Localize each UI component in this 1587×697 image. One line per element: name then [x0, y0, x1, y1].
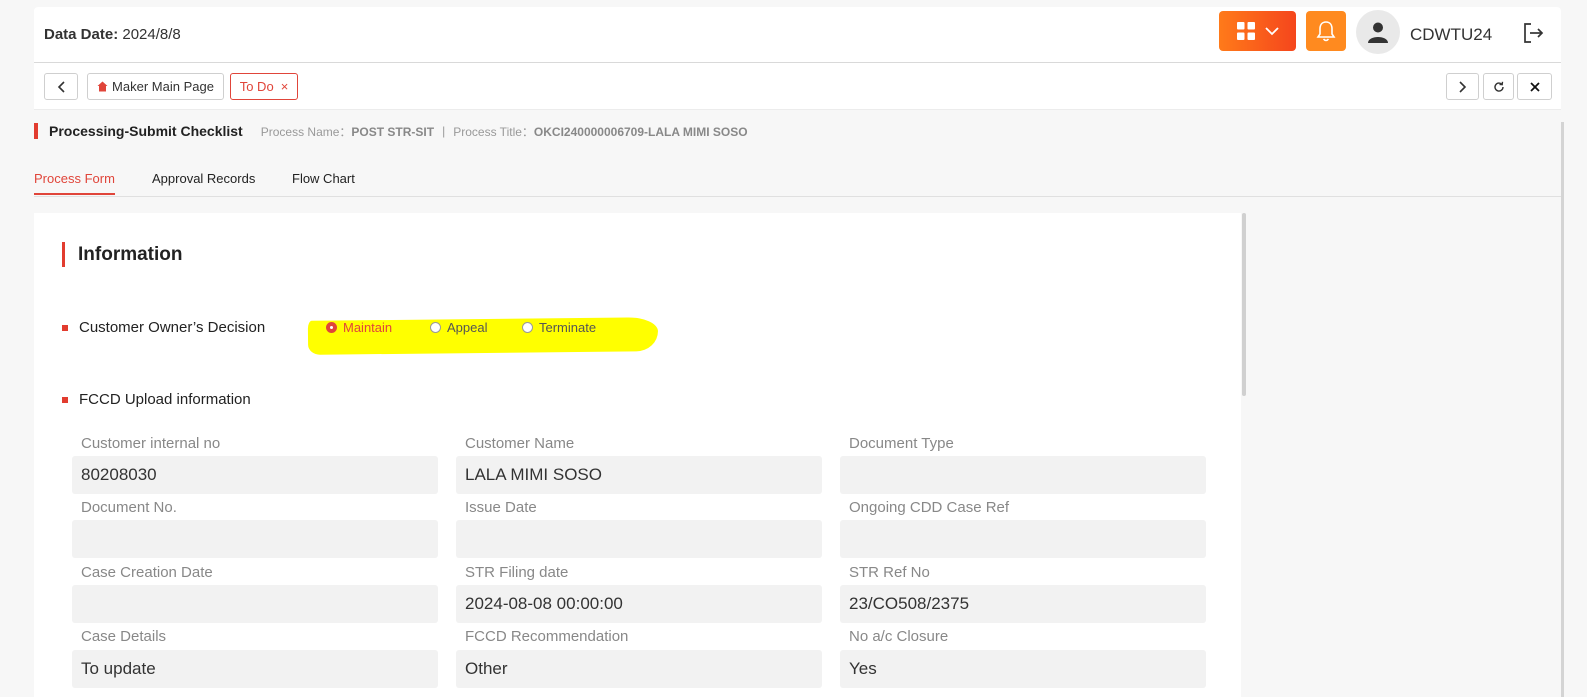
chevron-right-icon — [1458, 80, 1466, 93]
field-label: Customer internal no — [81, 435, 221, 452]
process-name: Process Name：POST STR-SIT — [261, 123, 434, 140]
page-tabs-bar: Maker Main Page To Do × — [34, 63, 1561, 110]
upload-label: FCCD Upload information — [62, 391, 251, 408]
grid-icon — [1236, 22, 1255, 40]
radio-label: Appeal — [447, 320, 488, 335]
radio-label: Maintain — [343, 320, 393, 335]
panel-scrollbar[interactable] — [1242, 213, 1246, 396]
page-scrollbar[interactable] — [1561, 122, 1564, 697]
tab-to-do[interactable]: To Do × — [230, 73, 298, 100]
bullet-icon — [62, 324, 68, 331]
tab-process-form[interactable]: Process Form — [34, 171, 115, 195]
form-panel — [34, 213, 1241, 697]
tabs-scroll-left-button[interactable] — [44, 73, 78, 100]
avatar[interactable] — [1356, 10, 1400, 54]
chevron-left-icon — [57, 80, 65, 93]
close-tabs-button[interactable] — [1517, 73, 1552, 100]
field-label: Document No. — [81, 499, 177, 516]
radio-appeal[interactable]: Appeal — [430, 320, 487, 335]
document-type-field[interactable] — [840, 456, 1206, 494]
tab-approval-records[interactable]: Approval Records — [152, 171, 255, 186]
user-icon — [1368, 22, 1388, 43]
str-filing-date-field[interactable]: 2024-08-08 00:00:00 — [456, 585, 822, 623]
field-label: Case Details — [81, 628, 167, 645]
refresh-icon — [1493, 81, 1504, 92]
process-title-label: Process Title： — [453, 124, 534, 139]
no-ac-closure-field[interactable]: Yes — [840, 650, 1206, 688]
data-date-label: Data Date: — [44, 26, 119, 43]
accent-bar — [34, 123, 38, 139]
process-tabs: Process Form Approval Records Flow Chart — [34, 166, 1561, 197]
field-label: No a/c Closure — [849, 628, 949, 645]
process-name-value: POST STR-SIT — [351, 124, 435, 139]
customer-name-field[interactable]: LALA MIMI SOSO — [456, 456, 822, 494]
field-label: FCCD Recommendation — [465, 628, 629, 645]
logout-button[interactable] — [1519, 19, 1547, 47]
process-header: Processing-Submit Checklist Process Name… — [34, 121, 748, 141]
chevron-down-icon — [1264, 26, 1279, 35]
field-label: STR Ref No — [849, 564, 930, 581]
accent-bar — [62, 242, 65, 267]
decision-label: Customer Owner’s Decision — [62, 319, 265, 336]
case-creation-date-field[interactable] — [72, 585, 438, 623]
tabs-scroll-right-button[interactable] — [1446, 73, 1479, 100]
field-label: Case Creation Date — [81, 564, 213, 581]
tab-label: Maker Main Page — [112, 79, 214, 94]
tab-label: To Do — [239, 79, 274, 94]
page-title: Processing-Submit Checklist — [49, 123, 243, 139]
decision-label-text: Customer Owner’s Decision — [79, 319, 266, 336]
field-label: Ongoing CDD Case Ref — [849, 499, 1010, 516]
logout-icon — [1524, 23, 1544, 43]
issue-date-field[interactable] — [456, 520, 822, 558]
field-label: STR Filing date — [465, 564, 569, 581]
username: CDWTU24 — [1410, 25, 1493, 44]
home-icon — [97, 81, 108, 92]
bell-icon — [1316, 21, 1336, 42]
data-date-value: 2024/8/8 — [122, 26, 181, 43]
upload-label-text: FCCD Upload information — [79, 391, 251, 408]
field-label: Customer Name — [465, 435, 575, 452]
customer-internal-no-field[interactable]: 80208030 — [72, 456, 438, 494]
radio-terminate[interactable]: Terminate — [522, 320, 596, 335]
top-header: Data Date: 2024/8/8 CDWTU24 — [34, 7, 1561, 63]
close-icon[interactable]: × — [281, 79, 289, 94]
notifications-button[interactable] — [1306, 11, 1346, 51]
radio-unchecked-icon — [430, 322, 441, 333]
fccd-recommendation-field[interactable]: Other — [456, 650, 822, 688]
refresh-button[interactable] — [1483, 73, 1514, 100]
section-title: Information — [62, 242, 183, 267]
tab-flow-chart[interactable]: Flow Chart — [292, 171, 355, 186]
process-name-label: Process Name： — [260, 124, 352, 139]
radio-maintain[interactable]: Maintain — [326, 320, 392, 335]
ongoing-cdd-case-ref-field[interactable] — [840, 520, 1206, 558]
document-no-field[interactable] — [72, 520, 438, 558]
process-title: Process Title：OKCI240000006709-LALA MIMI… — [453, 123, 747, 140]
field-label: Document Type — [849, 435, 954, 452]
section-title-text: Information — [78, 243, 183, 265]
tab-maker-main-page[interactable]: Maker Main Page — [87, 73, 224, 100]
radio-unchecked-icon — [522, 322, 533, 333]
separator: | — [442, 124, 446, 138]
case-details-field[interactable]: To update — [72, 650, 438, 688]
apps-menu-button[interactable] — [1219, 11, 1296, 51]
bullet-icon — [62, 396, 68, 403]
process-title-value: OKCI240000006709-LALA MIMI SOSO — [533, 124, 748, 139]
radio-checked-icon — [326, 322, 337, 333]
data-date: Data Date: 2024/8/8 — [44, 26, 181, 43]
field-label: Issue Date — [465, 499, 537, 516]
radio-label: Terminate — [539, 320, 597, 335]
close-icon — [1529, 81, 1540, 92]
str-ref-no-field[interactable]: 23/CO508/2375 — [840, 585, 1206, 623]
